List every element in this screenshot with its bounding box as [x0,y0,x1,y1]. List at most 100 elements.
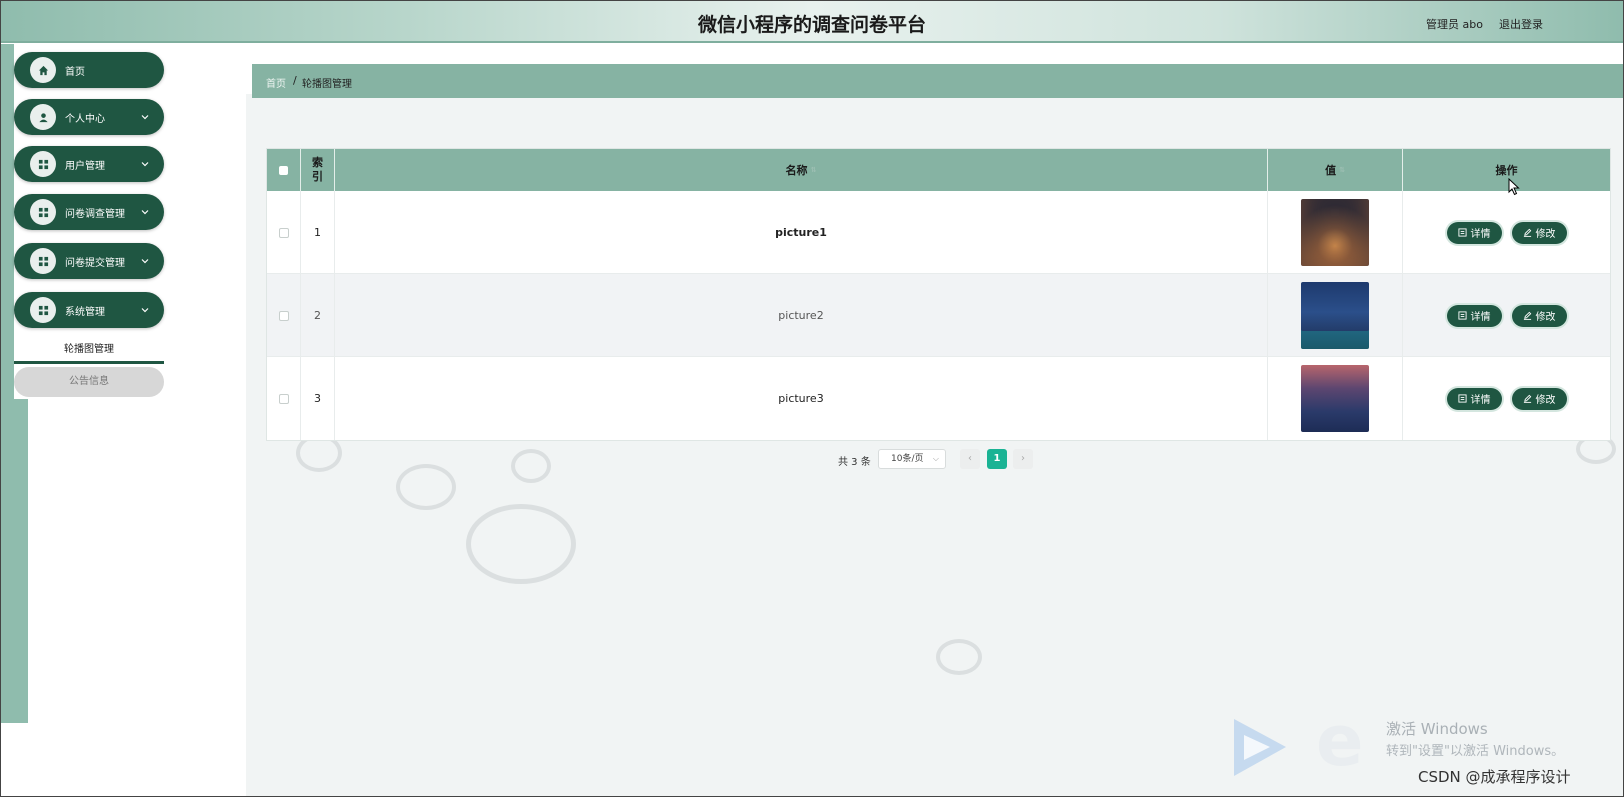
actions-cell: 详情 修改 [1403,274,1610,357]
submenu-item-notice[interactable]: 公告信息 [14,367,164,397]
detail-label: 详情 [1470,312,1491,323]
app-title: 微信小程序的调查问卷平台 [697,14,926,36]
chevron-down-icon [141,259,149,264]
detail-icon [1457,394,1467,403]
windows-activate-title: 激活 Windows [1386,720,1488,738]
table-row: 3 picture3 详情 修改 [267,357,1610,440]
chevron-down-icon [141,162,149,167]
sidebar-item-system[interactable]: 系统管理 [14,292,164,328]
column-header-value[interactable]: 值 ⇅ [1268,149,1403,191]
row-checkbox-cell [267,191,301,274]
sidebar-item-label: 用户管理 [65,160,105,172]
value-header-label: 值 [1325,164,1337,177]
table-row: 2 picture2 详情 修改 [267,274,1610,357]
index-cell: 3 [301,357,335,440]
detail-label: 详情 [1470,229,1491,240]
index-cell: 1 [301,191,335,274]
edit-button[interactable]: 修改 [1511,387,1567,410]
name-cell: picture1 [335,191,1268,274]
grid-icon [30,199,56,225]
detail-icon [1457,311,1467,320]
row-checkbox-cell [267,274,301,357]
grid-icon [30,151,56,177]
sidebar-item-users[interactable]: 用户管理 [14,146,164,182]
detail-button[interactable]: 详情 [1446,387,1502,410]
carousel-image-thumbnail[interactable] [1301,199,1369,266]
column-header-index: 索引 [301,149,335,191]
sidebar-item-label: 个人中心 [65,113,105,125]
sort-icon: ⇅ [810,166,817,174]
edit-icon [1523,311,1531,320]
user-icon [30,104,56,130]
value-cell [1268,191,1403,274]
actions-cell: 详情 修改 [1403,357,1610,440]
mouse-cursor-icon [1508,178,1520,196]
sidebar-item-home[interactable]: 首页 [14,52,164,88]
edit-button[interactable]: 修改 [1511,221,1567,244]
header-checkbox-cell [267,149,301,191]
prev-page-button[interactable]: ‹ [960,449,980,469]
detail-label: 详情 [1470,395,1491,406]
sidebar-item-profile[interactable]: 个人中心 [14,99,164,135]
detail-button[interactable]: 详情 [1446,304,1502,327]
table-row: 1 picture1 详情 修改 [267,191,1610,274]
pagination-total: 共 3 条 [838,457,871,468]
row-checkbox[interactable] [278,227,289,238]
row-checkbox-cell [267,357,301,440]
name-header-label: 名称 [785,164,808,177]
edit-icon [1523,228,1531,237]
value-cell [1268,274,1403,357]
row-checkbox[interactable] [278,393,289,404]
index-cell: 2 [301,274,335,357]
index-header-label: 索引 [312,156,323,183]
page-size-value: 10条/页 [891,454,924,464]
select-all-checkbox[interactable] [279,165,288,175]
sort-icon: ⇅ [1339,166,1345,174]
home-icon [30,57,56,83]
breadcrumb: 首页 / 轮播图管理 [252,64,1623,98]
name-cell: picture3 [335,357,1268,440]
grid-icon [30,248,56,274]
current-user: 管理员 abo [1426,18,1483,31]
edit-icon [1523,394,1531,403]
sidebar-item-label: 问卷调查管理 [65,208,125,220]
grid-icon [30,297,56,323]
page-number-button[interactable]: 1 [987,449,1007,469]
csdn-watermark: CSDN @成承程序设计 [1418,768,1571,786]
windows-activate-subtitle: 转到"设置"以激活 Windows。 [1386,744,1565,759]
row-checkbox[interactable] [278,310,289,321]
top-header: 微信小程序的调查问卷平台 管理员 abo 退出登录 [1,1,1623,43]
actions-header-label: 操作 [1495,164,1518,177]
detail-icon [1457,228,1467,237]
breadcrumb-separator: / [293,74,297,87]
next-page-button[interactable]: › [1013,449,1033,469]
edit-button[interactable]: 修改 [1511,304,1567,327]
column-header-actions: 操作 [1403,149,1610,191]
sidebar-item-label: 首页 [65,66,85,78]
breadcrumb-current: 轮播图管理 [302,79,352,90]
edit-label: 修改 [1535,395,1556,406]
carousel-image-thumbnail[interactable] [1301,365,1369,432]
edit-label: 修改 [1535,229,1556,240]
actions-cell: 详情 修改 [1403,191,1610,274]
background-watermark-letter: e [1316,700,1364,782]
breadcrumb-home-link[interactable]: 首页 [266,75,286,90]
submenu-item-carousel[interactable]: 轮播图管理 [14,338,164,364]
chevron-down-icon: ⌵ [932,454,939,463]
carousel-image-thumbnail[interactable] [1301,282,1369,349]
detail-button[interactable]: 详情 [1446,221,1502,244]
name-cell: picture2 [335,274,1268,357]
sidebar-item-survey[interactable]: 问卷调查管理 [14,194,164,230]
sidebar-item-label: 问卷提交管理 [65,257,125,269]
sidebar-item-submissions[interactable]: 问卷提交管理 [14,243,164,279]
table-header: 索引 名称 ⇅ 值 ⇅ 操作 [267,149,1610,191]
carousel-table: 索引 名称 ⇅ 值 ⇅ 操作 1 picture1 详情 修改 2 picture2 [266,148,1611,441]
page-size-select[interactable]: 10条/页 ⌵ [878,449,946,469]
value-cell [1268,357,1403,440]
chevron-down-icon [141,308,149,313]
chevron-down-icon [141,210,149,215]
edit-label: 修改 [1535,312,1556,323]
sidebar-item-label: 系统管理 [65,306,105,318]
logout-link[interactable]: 退出登录 [1499,16,1543,32]
column-header-name[interactable]: 名称 ⇅ [335,149,1268,191]
